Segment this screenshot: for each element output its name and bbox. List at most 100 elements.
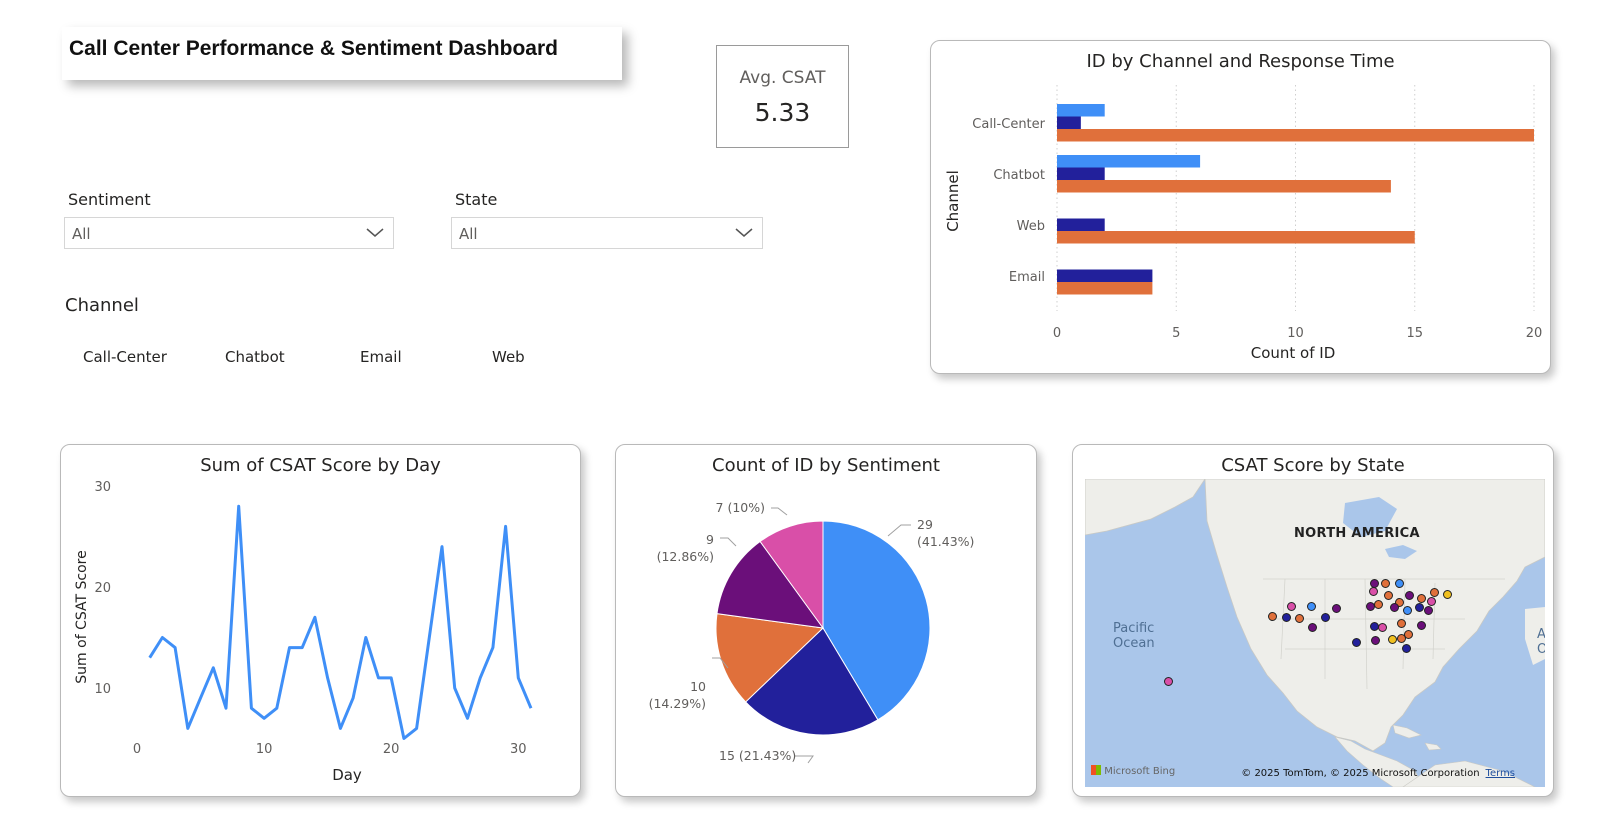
- bar-chart-bar[interactable]: [1057, 116, 1081, 130]
- pie-chart-card[interactable]: Count of ID by Sentiment 29 (41.43%) 15 …: [615, 444, 1037, 797]
- channel-option-email[interactable]: Email: [360, 348, 402, 366]
- bar-chart-bar[interactable]: [1057, 269, 1153, 283]
- map-data-point[interactable]: [1424, 606, 1433, 615]
- line-chart-point[interactable]: [148, 656, 152, 660]
- line-chart-point[interactable]: [415, 726, 419, 730]
- bar-chart-bar[interactable]: [1057, 218, 1105, 232]
- bing-logo: Microsoft Bing: [1091, 765, 1175, 777]
- pie-label-pct: (12.86%): [657, 549, 714, 564]
- line-chart-series-line[interactable]: [148, 504, 533, 740]
- map-data-point[interactable]: [1268, 612, 1277, 621]
- map-data-point[interactable]: [1443, 590, 1452, 599]
- bar-chart-bar[interactable]: [1057, 129, 1534, 142]
- line-chart-x-axis-label: Day: [332, 766, 362, 784]
- line-chart-point[interactable]: [440, 545, 444, 549]
- map-data-point[interactable]: [1427, 597, 1436, 606]
- map-data-point[interactable]: [1402, 644, 1411, 653]
- map-data-point[interactable]: [1369, 587, 1378, 596]
- line-chart-point[interactable]: [326, 676, 330, 680]
- map-data-point[interactable]: [1287, 602, 1296, 611]
- channel-option-call-center[interactable]: Call-Center: [83, 348, 167, 366]
- bar-chart-bar[interactable]: [1057, 231, 1415, 244]
- line-chart-point[interactable]: [275, 706, 279, 710]
- map-data-point[interactable]: [1417, 621, 1426, 630]
- map-data-point[interactable]: [1295, 614, 1304, 623]
- map-data-point[interactable]: [1352, 638, 1361, 647]
- line-chart-point[interactable]: [249, 706, 253, 710]
- map-card[interactable]: CSAT Score by State NORTH AMERICA Pacifi…: [1072, 444, 1554, 797]
- line-chart-y-axis-label: Sum of CSAT Score: [74, 550, 90, 683]
- bar-chart-bar[interactable]: [1057, 167, 1105, 181]
- line-chart-point[interactable]: [300, 646, 304, 650]
- map-data-point[interactable]: [1390, 603, 1399, 612]
- map-data-point[interactable]: [1374, 600, 1383, 609]
- bar-chart-card[interactable]: ID by Channel and Response Time Call-Cen…: [930, 40, 1551, 374]
- bar-chart-x-tick: 15: [1406, 326, 1423, 341]
- map-data-point[interactable]: [1397, 619, 1406, 628]
- bar-chart-bar[interactable]: [1057, 180, 1391, 193]
- map-terms-link[interactable]: Terms: [1486, 768, 1515, 779]
- line-chart-point[interactable]: [237, 504, 241, 508]
- line-chart-point[interactable]: [224, 706, 228, 710]
- line-chart-point[interactable]: [516, 676, 520, 680]
- map-data-point[interactable]: [1282, 613, 1291, 622]
- channel-option-chatbot[interactable]: Chatbot: [225, 348, 285, 366]
- map-copyright-text: © 2025 TomTom, © 2025 Microsoft Corporat…: [1241, 768, 1480, 779]
- map-data-point[interactable]: [1164, 677, 1173, 686]
- line-chart-point[interactable]: [211, 666, 215, 670]
- channel-option-web[interactable]: Web: [492, 348, 525, 366]
- line-chart-point[interactable]: [199, 696, 203, 700]
- map-data-point[interactable]: [1381, 579, 1390, 588]
- map-data-point[interactable]: [1397, 634, 1406, 643]
- map-data-point[interactable]: [1371, 636, 1380, 645]
- map-data-point[interactable]: [1395, 579, 1404, 588]
- line-chart-point[interactable]: [427, 636, 431, 640]
- line-chart-point[interactable]: [364, 636, 368, 640]
- state-slicer-title: State: [455, 190, 498, 209]
- pie-label-value: 10: [690, 679, 706, 694]
- map-data-point[interactable]: [1378, 623, 1387, 632]
- pie-label-value: 9: [706, 532, 714, 547]
- line-chart-point[interactable]: [313, 615, 317, 619]
- map-data-point[interactable]: [1321, 613, 1330, 622]
- pie-leader-line: [887, 524, 911, 537]
- bar-chart-bar[interactable]: [1057, 282, 1153, 295]
- map-data-point[interactable]: [1405, 591, 1414, 600]
- map-data-point[interactable]: [1308, 623, 1317, 632]
- line-chart-point[interactable]: [351, 696, 355, 700]
- line-chart-point[interactable]: [389, 676, 393, 680]
- line-chart-point[interactable]: [402, 737, 406, 741]
- line-chart-point[interactable]: [173, 646, 177, 650]
- line-chart-point[interactable]: [160, 636, 164, 640]
- pie-chart: 29 (41.43%) 15 (21.43%) 10 (14.29%) 9 (1…: [649, 500, 974, 764]
- line-chart-point[interactable]: [491, 646, 495, 650]
- map-data-point[interactable]: [1384, 591, 1393, 600]
- map-data-point[interactable]: [1417, 594, 1426, 603]
- pie-leader-line: [794, 755, 814, 764]
- line-chart-point[interactable]: [186, 726, 190, 730]
- line-chart-point[interactable]: [465, 716, 469, 720]
- map-data-point[interactable]: [1403, 606, 1412, 615]
- line-chart-point[interactable]: [453, 686, 457, 690]
- state-dropdown[interactable]: All: [451, 217, 763, 249]
- sentiment-dropdown[interactable]: All: [64, 217, 394, 249]
- map-canvas[interactable]: NORTH AMERICA Pacific Ocean A O Microsof…: [1085, 479, 1545, 787]
- line-chart-point[interactable]: [478, 676, 482, 680]
- map-data-point[interactable]: [1415, 603, 1424, 612]
- map-data-point[interactable]: [1430, 588, 1439, 597]
- line-chart-point[interactable]: [288, 646, 292, 650]
- map-data-point[interactable]: [1388, 635, 1397, 644]
- line-chart-point[interactable]: [529, 706, 533, 710]
- line-chart-point[interactable]: [376, 676, 380, 680]
- line-chart-point[interactable]: [262, 716, 266, 720]
- dashboard-title-card: Call Center Performance & Sentiment Dash…: [62, 27, 622, 80]
- bar-chart-bar[interactable]: [1057, 155, 1201, 168]
- line-chart-card[interactable]: Sum of CSAT Score by Day 10 20 30 0 10 20 30 D…: [60, 444, 581, 797]
- line-chart-point[interactable]: [338, 726, 342, 730]
- map-data-point[interactable]: [1332, 604, 1341, 613]
- line-chart-point[interactable]: [504, 524, 508, 528]
- bar-chart-x-tick: 20: [1526, 326, 1543, 341]
- map-data-point[interactable]: [1307, 602, 1316, 611]
- avg-csat-card: Avg. CSAT 5.33: [716, 45, 849, 148]
- bar-chart-bar[interactable]: [1057, 104, 1105, 117]
